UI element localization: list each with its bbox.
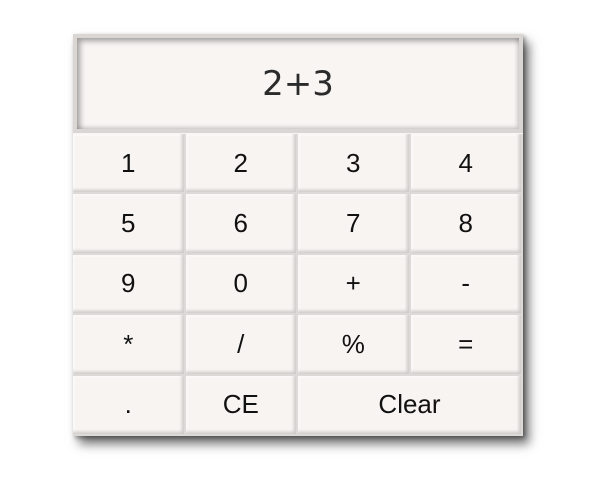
decimal-button[interactable]: . [73, 375, 186, 436]
key-1-button[interactable]: 1 [73, 134, 186, 195]
key-0-button[interactable]: 0 [185, 254, 298, 316]
key-3-button[interactable]: 3 [298, 134, 411, 195]
equals-button[interactable]: = [410, 315, 523, 376]
clear-entry-button[interactable]: CE [185, 375, 298, 436]
multiply-button[interactable]: * [73, 315, 186, 376]
minus-button[interactable]: - [410, 254, 523, 316]
key-4-button[interactable]: 4 [410, 134, 523, 195]
clear-button[interactable]: Clear [298, 375, 523, 436]
calculator: 2+3 1 2 3 4 5 6 7 8 9 0 + - * / % = . CE… [73, 34, 523, 436]
key-5-button[interactable]: 5 [73, 194, 186, 255]
display-value: 2+3 [262, 63, 334, 104]
keypad: 1 2 3 4 5 6 7 8 9 0 + - * / % = . CE Cle… [73, 134, 523, 436]
key-8-button[interactable]: 8 [410, 194, 523, 255]
key-9-button[interactable]: 9 [73, 254, 186, 316]
divide-button[interactable]: / [185, 315, 298, 376]
key-7-button[interactable]: 7 [298, 194, 411, 255]
plus-button[interactable]: + [298, 254, 411, 316]
calculator-display: 2+3 [73, 34, 523, 133]
key-6-button[interactable]: 6 [185, 194, 298, 255]
percent-button[interactable]: % [298, 315, 411, 376]
key-2-button[interactable]: 2 [185, 134, 298, 195]
